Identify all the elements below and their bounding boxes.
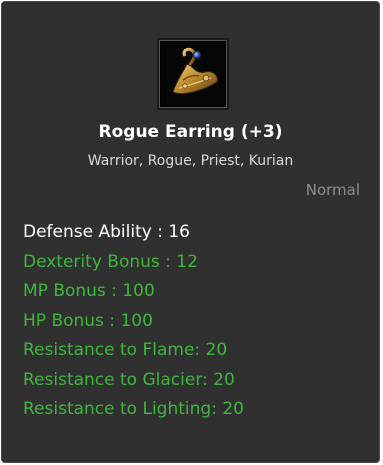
item-class-restrictions: Warrior, Rogue, Priest, Kurian	[87, 153, 294, 169]
item-stats-list: Defense Ability : 16 Dexterity Bonus : 1…	[23, 218, 244, 425]
stat-dexterity-bonus: Dexterity Bonus : 12	[23, 251, 198, 272]
stat-mp-bonus: MP Bonus : 100	[23, 281, 155, 301]
item-icon-frame	[157, 38, 229, 110]
earring-icon	[161, 42, 225, 106]
stat-hp-bonus: HP Bonus : 100	[23, 310, 153, 331]
item-rarity: Normal	[305, 181, 360, 199]
item-tooltip: Rogue Earring (+3) Warrior, Rogue, Pries…	[1, 1, 380, 463]
stat-resistance-flame: Resistance to Flame: 20	[23, 340, 228, 360]
stat-resistance-lighting: Resistance to Lighting: 20	[23, 399, 244, 419]
stat-resistance-glacier: Resistance to Glacier: 20	[23, 369, 235, 390]
stat-defense-ability: Defense Ability : 16	[23, 222, 190, 242]
item-name: Rogue Earring (+3)	[98, 122, 283, 142]
